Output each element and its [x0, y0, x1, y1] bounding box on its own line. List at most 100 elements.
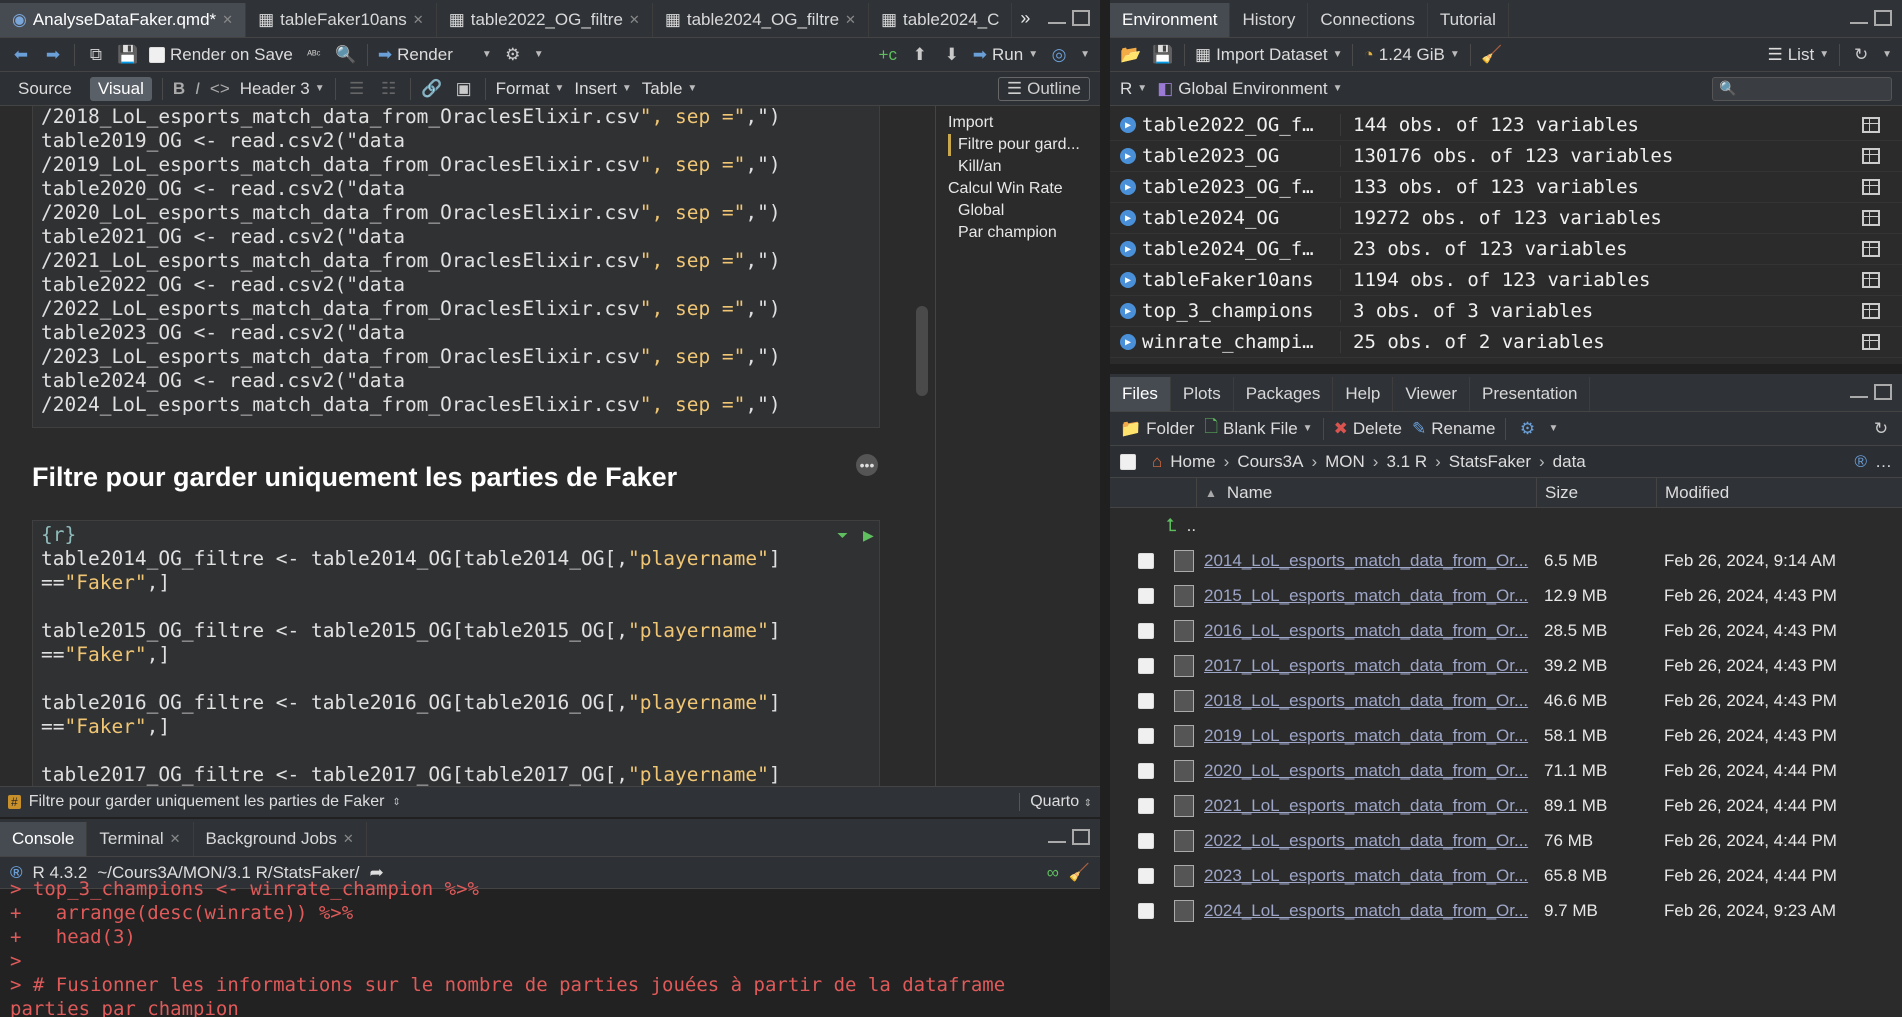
expand-icon[interactable]: ▶ [1120, 241, 1136, 257]
view-data-icon[interactable] [1862, 210, 1880, 226]
column-name[interactable]: ▲ Name [1196, 478, 1536, 507]
table-menu[interactable]: Table ▼ [642, 79, 698, 99]
gear-icon[interactable]: ⚙ [1516, 418, 1538, 440]
search-icon[interactable]: 🔍 [335, 44, 357, 66]
env-row[interactable]: ▶ top_3_champions 3 obs. of 3 variables [1110, 296, 1902, 327]
code-line[interactable]: table2022_OG <- read.csv2("data [41, 273, 871, 297]
file-name[interactable]: 2022_LoL_esports_match_data_from_Or... [1204, 831, 1544, 851]
new-folder-button[interactable]: 📁 Folder [1120, 419, 1194, 439]
close-icon[interactable]: ✕ [222, 12, 233, 28]
console-output[interactable]: > top_3_champions <- winrate_champion %>… [10, 877, 1070, 1017]
file-row[interactable]: 2019_LoL_esports_match_data_from_Or... 58… [1110, 718, 1902, 753]
tab-viewer[interactable]: Viewer [1393, 377, 1470, 411]
code-line[interactable]: table2019_OG <- read.csv2("data [41, 129, 871, 153]
code-line[interactable]: table2016_OG_filtre <- table2016_OG[tabl… [41, 691, 871, 715]
expand-icon[interactable]: ▶ [1120, 272, 1136, 288]
file-name[interactable]: 2018_LoL_esports_match_data_from_Or... [1204, 691, 1544, 711]
maximize-icon[interactable] [1072, 10, 1090, 26]
select-all-checkbox[interactable] [1120, 453, 1136, 470]
forward-arrow-icon[interactable]: ➡ [42, 44, 64, 66]
code-line[interactable]: /2024_LoL_esports_match_data_from_Oracle… [41, 393, 871, 417]
close-icon[interactable]: ✕ [170, 831, 181, 847]
view-data-icon[interactable] [1862, 303, 1880, 319]
more-options-icon[interactable]: ••• [856, 454, 878, 476]
file-checkbox[interactable] [1138, 692, 1154, 709]
breadcrumb-item[interactable]: MON [1325, 452, 1365, 472]
delete-button[interactable]: ✖ Delete [1334, 419, 1402, 439]
file-row[interactable]: 2016_LoL_esports_match_data_from_Or... 28… [1110, 613, 1902, 648]
code-line[interactable]: =="Faker",] [41, 643, 871, 667]
close-icon[interactable]: ✕ [629, 12, 640, 28]
file-name[interactable]: 2021_LoL_esports_match_data_from_Or... [1204, 796, 1544, 816]
expand-icon[interactable]: ▶ [1120, 210, 1136, 226]
tab-help[interactable]: Help [1333, 377, 1394, 411]
file-name[interactable]: 2014_LoL_esports_match_data_from_Or... [1204, 551, 1544, 571]
column-size[interactable]: Size [1536, 478, 1656, 507]
more-tabs-icon[interactable]: » [1012, 8, 1038, 37]
code-line[interactable]: table2015_OG_filtre <- table2015_OG[tabl… [41, 619, 871, 643]
open-folder-icon[interactable]: 📂 [1120, 44, 1142, 66]
minimize-icon[interactable] [1048, 20, 1066, 24]
section-heading[interactable]: Filtre pour garder uniquement les partie… [32, 462, 677, 493]
outline-item[interactable]: Kill/an [948, 156, 1100, 178]
code-chunk-import[interactable]: /2018_LoL_esports_match_data_from_Oracle… [32, 106, 880, 428]
file-row[interactable]: 2021_LoL_esports_match_data_from_Or... 89… [1110, 788, 1902, 823]
close-icon[interactable]: ✕ [413, 12, 424, 28]
file-checkbox[interactable] [1138, 762, 1154, 779]
broom-icon[interactable]: 🧹 [1481, 44, 1503, 66]
render-on-save-toggle[interactable]: Render on Save [149, 45, 293, 65]
more-icon[interactable]: … [1875, 452, 1892, 472]
insert-menu[interactable]: Insert ▼ [574, 79, 631, 99]
code-line[interactable]: table2023_OG <- read.csv2("data [41, 321, 871, 345]
tab-background-jobs[interactable]: Background Jobs ✕ [194, 822, 367, 856]
maximize-icon[interactable] [1072, 829, 1090, 845]
outline-item[interactable]: Par champion [948, 222, 1100, 244]
file-name[interactable]: 2020_LoL_esports_match_data_from_Or... [1204, 761, 1544, 781]
chevron-down-icon[interactable]: ▼ [1882, 49, 1892, 60]
tab-files[interactable]: Files [1110, 377, 1171, 411]
gear-icon[interactable]: ⚙ [502, 44, 524, 66]
bold-button[interactable]: B [173, 79, 185, 99]
expand-icon[interactable]: ▶ [1120, 303, 1136, 319]
current-section[interactable]: Filtre pour garder uniquement les partie… [29, 793, 385, 811]
code-line[interactable]: table2021_OG <- read.csv2("data [41, 225, 871, 249]
view-data-icon[interactable] [1862, 241, 1880, 257]
outline-item[interactable]: Global [948, 200, 1100, 222]
back-arrow-icon[interactable]: ⬅ [10, 44, 32, 66]
file-row[interactable]: 2014_LoL_esports_match_data_from_Or... 6.… [1110, 543, 1902, 578]
bullet-list-icon[interactable]: ☰ [346, 78, 368, 100]
code-line[interactable]: =="Faker",] [41, 715, 871, 739]
file-row[interactable]: 2015_LoL_esports_match_data_from_Or... 12… [1110, 578, 1902, 613]
editor-tab[interactable]: ▦ tableFaker10ans ✕ [246, 3, 437, 37]
italic-button[interactable]: I [195, 79, 200, 99]
breadcrumb-item[interactable]: Cours3A [1237, 452, 1303, 472]
code-line[interactable]: table2020_OG <- read.csv2("data [41, 177, 871, 201]
chevron-down-icon[interactable]: ▼ [1028, 49, 1038, 60]
breadcrumb-item[interactable]: data [1553, 452, 1586, 472]
env-row[interactable]: ▶ winrate_champi… 25 obs. of 2 variables [1110, 327, 1902, 358]
view-data-icon[interactable] [1862, 148, 1880, 164]
document-area[interactable]: /2018_LoL_esports_match_data_from_Oracle… [0, 106, 935, 786]
visual-mode-button[interactable]: Visual [89, 76, 152, 101]
broom-icon[interactable]: 🧹 [1069, 863, 1090, 883]
file-name[interactable]: 2017_LoL_esports_match_data_from_Or... [1204, 656, 1544, 676]
file-row[interactable]: 2020_LoL_esports_match_data_from_Or... 71… [1110, 753, 1902, 788]
code-chunk-filter[interactable]: ⏷ ▶ {r} table2014_OG_filtre <- table2014_… [32, 520, 880, 786]
insert-chunk-icon[interactable]: +c [877, 44, 899, 66]
arrow-up-icon[interactable]: ⬆ [909, 44, 931, 66]
tab-history[interactable]: History [1230, 3, 1309, 37]
chevron-updown-icon[interactable]: ⇕ [392, 797, 400, 808]
code-line[interactable]: /2019_LoL_esports_match_data_from_Oracle… [41, 153, 871, 177]
chevron-down-icon[interactable]: ▼ [1548, 423, 1558, 434]
maximize-icon[interactable] [1874, 384, 1892, 400]
image-icon[interactable]: ▣ [453, 78, 475, 100]
file-name[interactable]: 2019_LoL_esports_match_data_from_Or... [1204, 726, 1544, 746]
code-line[interactable]: {r} [41, 523, 871, 547]
scrollbar[interactable] [916, 306, 928, 396]
minimize-icon[interactable] [1850, 394, 1868, 398]
arrow-down-icon[interactable]: ⬇ [941, 44, 963, 66]
refresh-icon[interactable]: ↻ [1850, 44, 1872, 66]
memory-usage-button[interactable]: ◔ 1.24 GiB ▼ [1363, 45, 1459, 65]
file-row[interactable]: 2017_LoL_esports_match_data_from_Or... 39… [1110, 648, 1902, 683]
show-in-window-icon[interactable]: ⧉ [85, 44, 107, 66]
